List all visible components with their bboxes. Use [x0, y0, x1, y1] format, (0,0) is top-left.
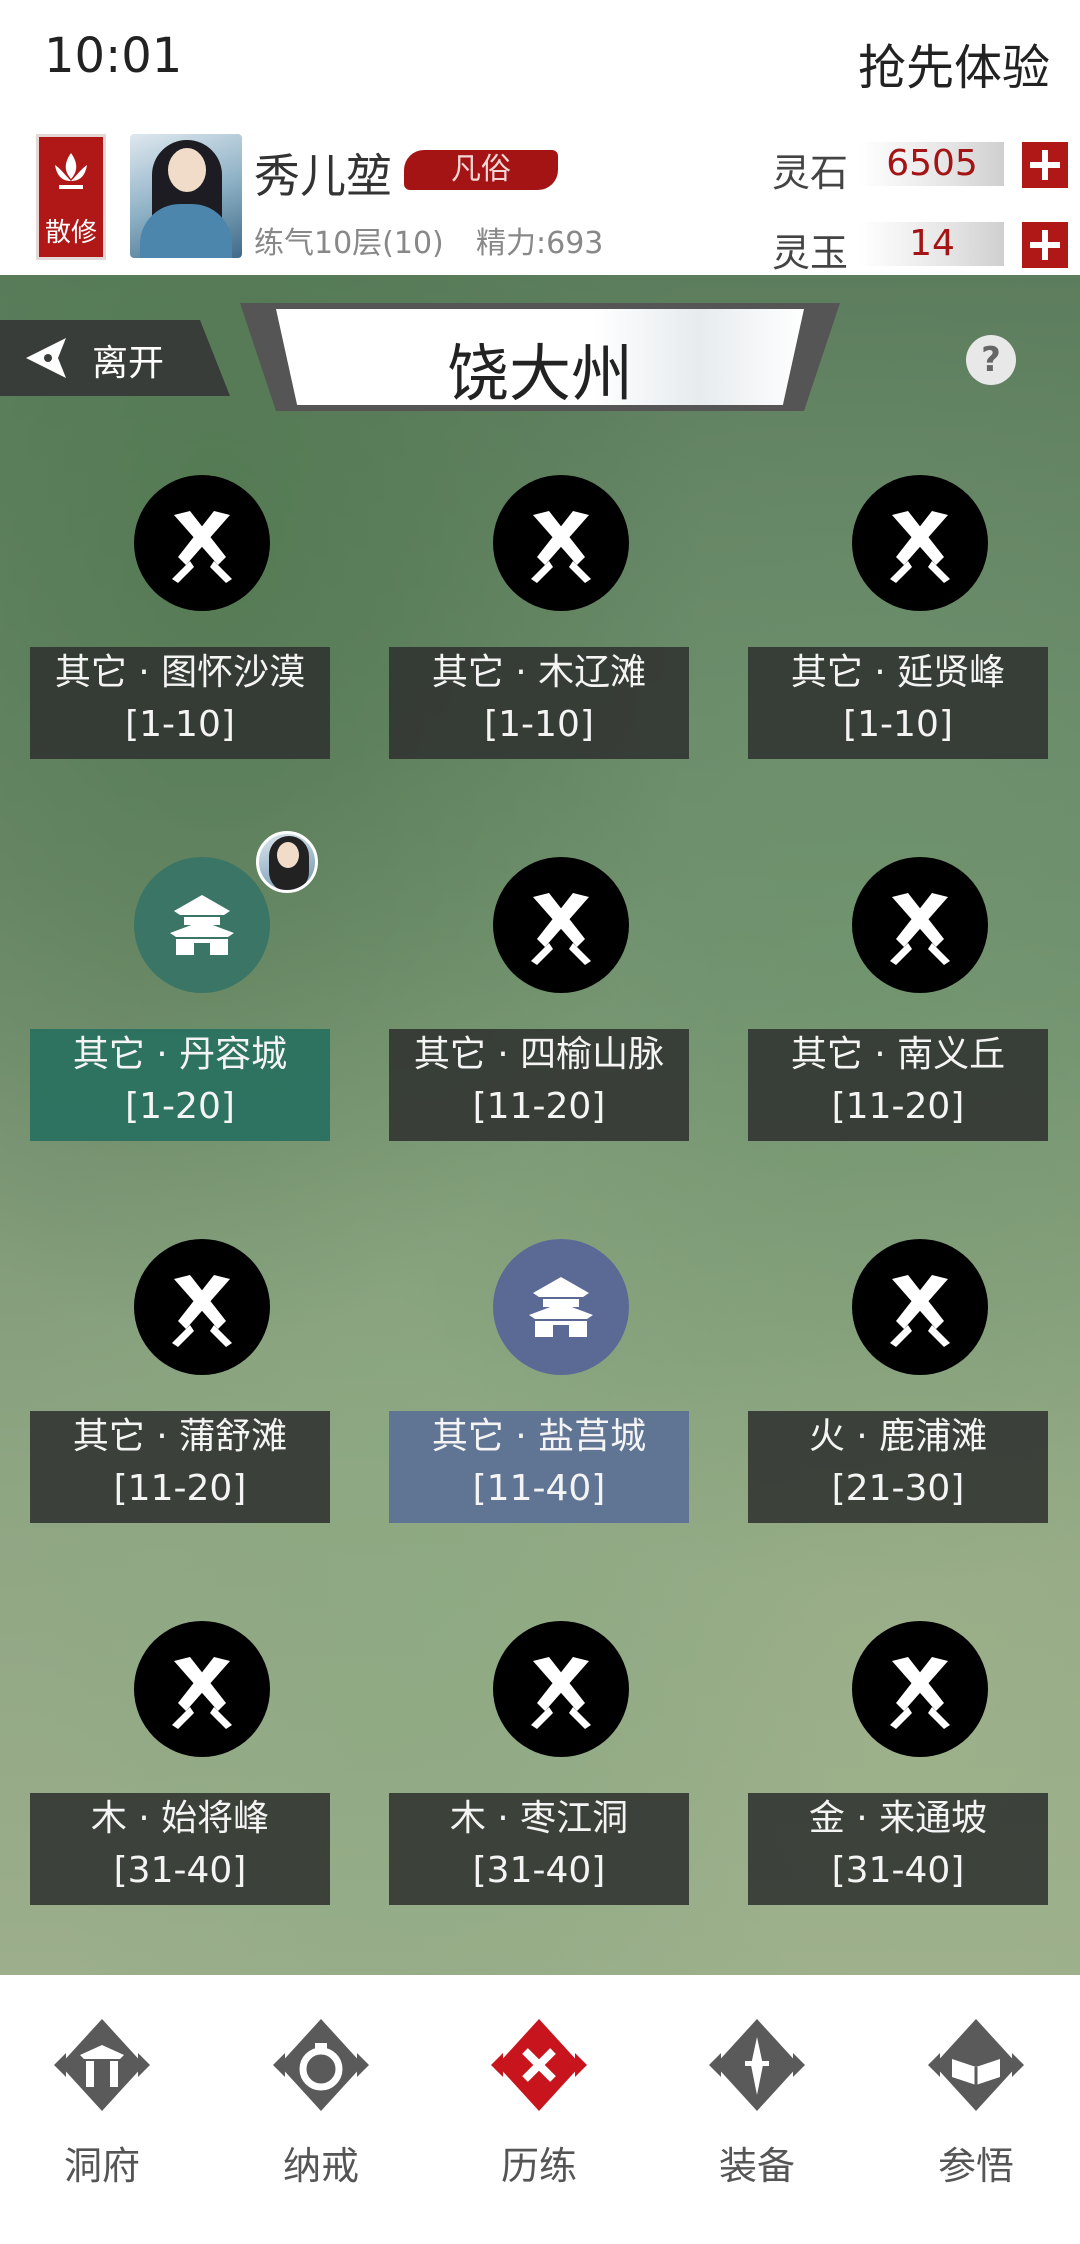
location-node[interactable]: 木 · 枣江洞 [31-40]	[389, 1621, 689, 1921]
cultivation-level: 练气10层(10)	[254, 226, 444, 261]
battle-location-icon	[852, 857, 988, 993]
resource-label: 灵石	[772, 151, 849, 195]
player-header: 散修 秀儿堃 凡俗 练气10层(10) 精力:693 灵石 6505 灵玉 14	[0, 120, 1080, 275]
battle-location-icon	[852, 1621, 988, 1757]
tab-label: 纳戒	[282, 2144, 359, 2188]
region-title-banner: 饶大州	[240, 303, 840, 411]
ring-icon	[273, 2019, 369, 2111]
tab-equipment[interactable]: 装备	[667, 2015, 847, 2215]
rank-badge: 凡俗	[404, 150, 558, 190]
location-label: 其它 · 四榆山脉 [11-20]	[389, 1029, 689, 1141]
help-button[interactable]: ?	[966, 335, 1016, 385]
lotus-icon	[55, 153, 87, 189]
location-label: 金 · 来通坡 [31-40]	[748, 1793, 1048, 1905]
region-map: 离开 饶大州 ? 其它 · 图怀沙漠 [1-10] 其它 · 木辽滩 [1-10] …	[0, 275, 1080, 1975]
location-node[interactable]: 其它 · 四榆山脉 [11-20]	[389, 857, 689, 1157]
tab-label: 参悟	[937, 2144, 1014, 2188]
location-label: 其它 · 盐莒城 [11-40]	[389, 1411, 689, 1523]
add-spirit-stone-button[interactable]	[1022, 142, 1068, 188]
open-book-icon	[928, 2019, 1024, 2111]
location-label: 其它 · 木辽滩 [1-10]	[389, 647, 689, 759]
battle-location-icon	[493, 475, 629, 611]
location-node[interactable]: 其它 · 延贤峰 [1-10]	[748, 475, 1048, 775]
battle-location-icon	[493, 1621, 629, 1757]
location-label: 其它 · 图怀沙漠 [1-10]	[30, 647, 330, 759]
leave-button[interactable]: 离开	[0, 320, 230, 396]
region-title: 饶大州	[446, 337, 633, 410]
location-label: 火 · 鹿浦滩 [21-30]	[748, 1411, 1048, 1523]
location-node[interactable]: 其它 · 丹容城 [1-20]	[30, 857, 330, 1157]
location-label: 其它 · 南义丘 [11-20]	[748, 1029, 1048, 1141]
location-label: 木 · 枣江洞 [31-40]	[389, 1793, 689, 1905]
city-location-icon	[493, 1239, 629, 1375]
back-arrow-icon	[26, 338, 66, 378]
avatar[interactable]	[130, 134, 242, 258]
resource-value: 14	[860, 222, 1004, 266]
sect-badge[interactable]: 散修	[36, 134, 106, 260]
battle-location-icon	[134, 475, 270, 611]
location-label: 木 · 始将峰 [31-40]	[30, 1793, 330, 1905]
location-label: 其它 · 蒲舒滩 [11-20]	[30, 1411, 330, 1523]
tab-training[interactable]: 历练	[449, 2015, 629, 2215]
tab-comprehension[interactable]: 参悟	[886, 2015, 1066, 2215]
clock: 10:01	[44, 28, 183, 84]
resource-label: 灵玉	[772, 231, 849, 275]
battle-location-icon	[852, 1239, 988, 1375]
battle-location-icon	[134, 1621, 270, 1757]
leave-label: 离开	[92, 343, 165, 384]
sword-icon	[709, 2019, 805, 2111]
location-label: 其它 · 丹容城 [1-20]	[30, 1029, 330, 1141]
location-label: 其它 · 延贤峰 [1-10]	[748, 647, 1048, 759]
location-node[interactable]: 其它 · 盐莒城 [11-40]	[389, 1239, 689, 1539]
crossed-swords-icon	[491, 2019, 587, 2111]
spirit-jade-resource: 灵玉 14	[772, 214, 1072, 275]
city-location-icon	[134, 857, 270, 993]
status-bar: 10:01 抢先体验	[0, 0, 1080, 120]
tab-label: 洞府	[63, 2144, 140, 2188]
battle-location-icon	[493, 857, 629, 993]
battle-location-icon	[134, 1239, 270, 1375]
location-node[interactable]: 木 · 始将峰 [31-40]	[30, 1621, 330, 1921]
tab-label: 历练	[500, 2144, 577, 2188]
bottom-nav: 洞府 纳戒 历练 装备 参悟	[0, 1975, 1080, 2244]
player-name: 秀儿堃	[254, 149, 392, 203]
badge-label: 散修	[44, 218, 97, 248]
tab-ring[interactable]: 纳戒	[231, 2015, 411, 2215]
cave-gate-icon	[54, 2019, 150, 2111]
location-node[interactable]: 其它 · 木辽滩 [1-10]	[389, 475, 689, 775]
player-position-marker	[256, 831, 318, 893]
resource-value: 6505	[860, 142, 1004, 186]
location-node[interactable]: 金 · 来通坡 [31-40]	[748, 1621, 1048, 1921]
energy-value: 精力:693	[476, 226, 604, 261]
tab-cave[interactable]: 洞府	[12, 2015, 192, 2215]
battle-location-icon	[852, 475, 988, 611]
early-access-label[interactable]: 抢先体验	[858, 28, 1050, 98]
location-node[interactable]: 其它 · 图怀沙漠 [1-10]	[30, 475, 330, 775]
add-spirit-jade-button[interactable]	[1022, 222, 1068, 268]
location-node[interactable]: 其它 · 南义丘 [11-20]	[748, 857, 1048, 1157]
spirit-stone-resource: 灵石 6505	[772, 134, 1072, 195]
tab-label: 装备	[718, 2144, 795, 2188]
location-node[interactable]: 火 · 鹿浦滩 [21-30]	[748, 1239, 1048, 1539]
location-node[interactable]: 其它 · 蒲舒滩 [11-20]	[30, 1239, 330, 1539]
